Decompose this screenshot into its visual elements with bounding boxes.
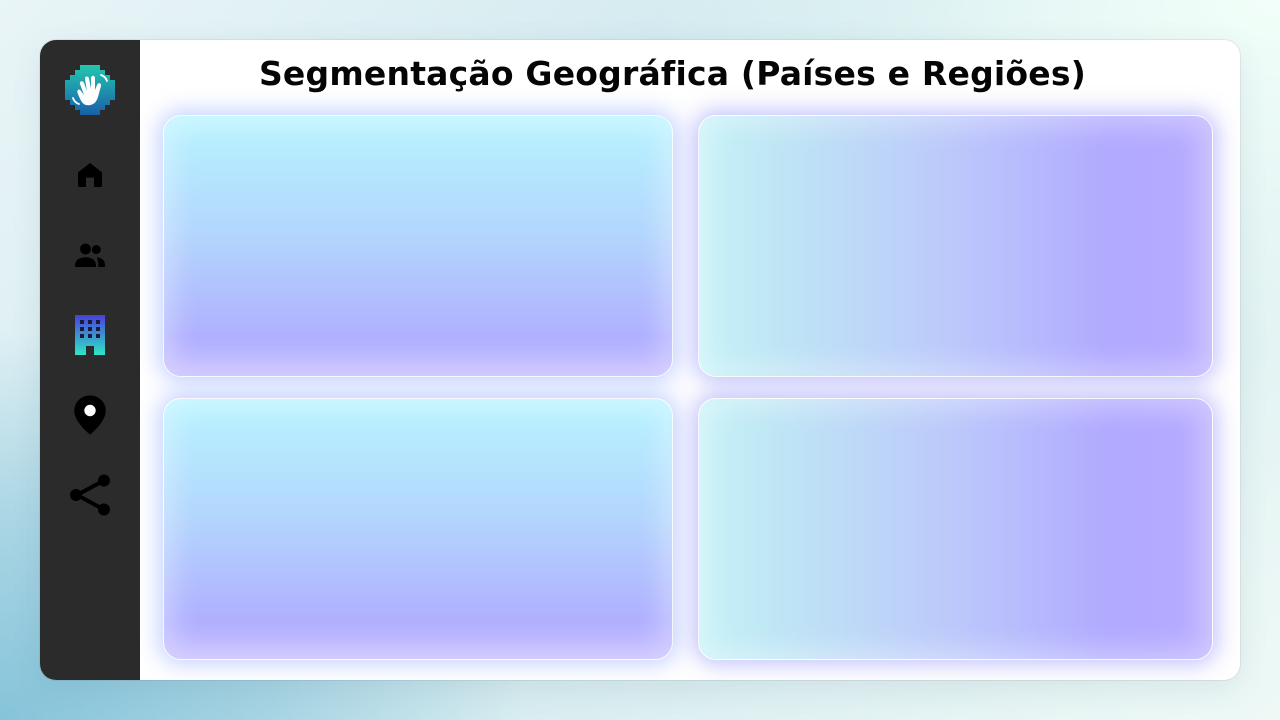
app-logo[interactable] bbox=[65, 65, 115, 115]
panel-bottom-right bbox=[698, 398, 1213, 660]
sidebar-item-share[interactable] bbox=[65, 470, 115, 520]
panel-top-left bbox=[163, 115, 673, 377]
home-icon bbox=[78, 163, 102, 187]
panel-bottom-left bbox=[163, 398, 673, 660]
page-title: Segmentação Geográfica (Países e Regiões… bbox=[258, 54, 1087, 93]
sidebar-item-people[interactable] bbox=[65, 230, 115, 280]
sidebar-item-companies[interactable] bbox=[65, 310, 115, 360]
share-icon bbox=[70, 474, 110, 516]
building-icon bbox=[75, 315, 105, 355]
panel-top-right bbox=[698, 115, 1213, 377]
people-icon bbox=[75, 243, 105, 267]
main-content: Segmentação Geográfica (Países e Regiões… bbox=[140, 40, 1240, 680]
sidebar-item-home[interactable] bbox=[65, 150, 115, 200]
location-pin-icon bbox=[74, 395, 106, 435]
sidebar-item-location[interactable] bbox=[65, 390, 115, 440]
sidebar bbox=[40, 40, 140, 680]
app-window: Segmentação Geográfica (Países e Regiões… bbox=[40, 40, 1240, 680]
waving-hand-logo-icon bbox=[65, 65, 115, 115]
